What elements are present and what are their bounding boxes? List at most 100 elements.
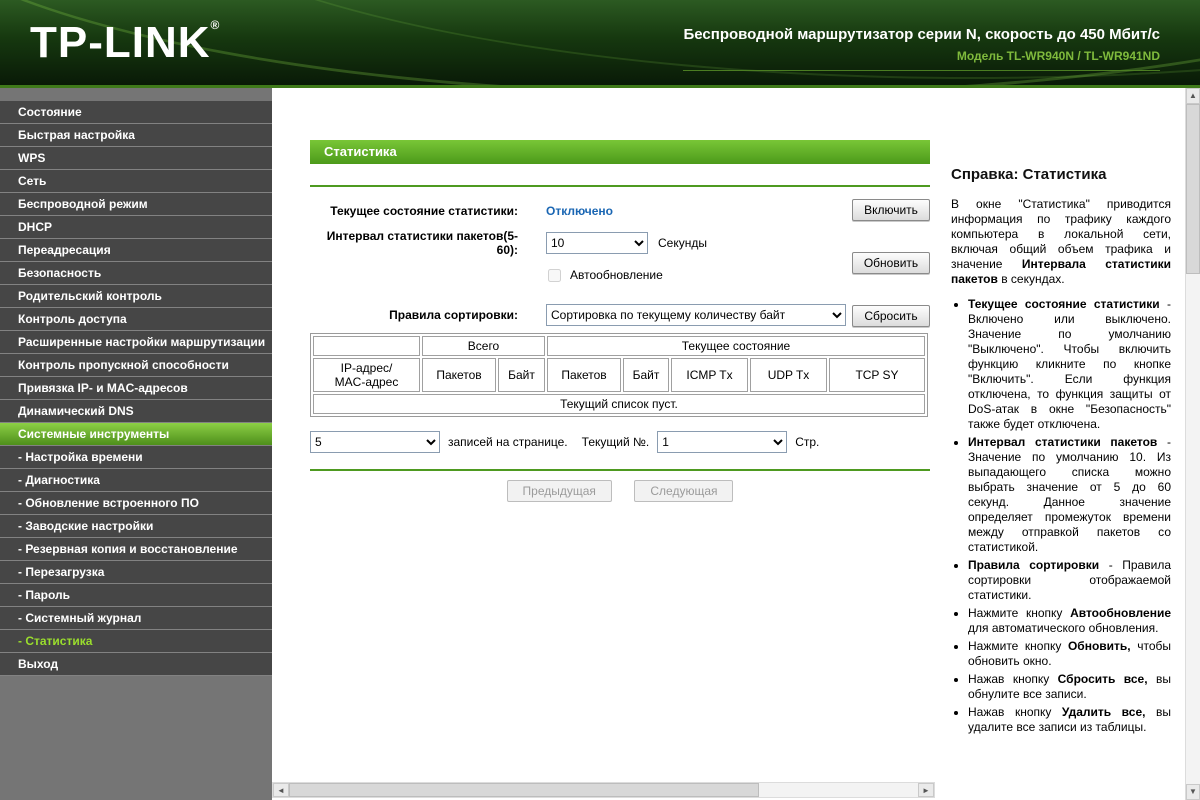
table-corner-cell xyxy=(313,336,420,356)
table-empty-row: Текущий список пуст. xyxy=(313,394,925,414)
col-header-udp-tx: UDP Tx xyxy=(750,358,827,392)
sidebar-item-backup-restore[interactable]: - Резервная копия и восстановление xyxy=(0,538,272,561)
col-header-icmp-tx: ICMP Tx xyxy=(671,358,748,392)
pagination: 5 записей на странице. Текущий №. 1 Стр. xyxy=(310,431,928,453)
sidebar-item-firmware-upgrade[interactable]: - Обновление встроенного ПО xyxy=(0,492,272,515)
help-bullet-list: Текущее состояние статистики - Включено … xyxy=(951,297,1171,735)
sidebar-item-quick-setup[interactable]: Быстрая настройка xyxy=(0,124,272,147)
interval-row: Интервал статистики пакетов(5-60): 10 Се… xyxy=(310,229,930,257)
help-bullet: Правила сортировки - Правила сортировки … xyxy=(968,558,1171,603)
sidebar-menu: Состояние Быстрая настройка WPS Сеть Бес… xyxy=(0,101,272,676)
autorefresh-checkbox[interactable] xyxy=(548,269,561,282)
sidebar-item-bandwidth-control[interactable]: Контроль пропускной способности xyxy=(0,354,272,377)
table-group-current: Текущее состояние xyxy=(547,336,925,356)
horizontal-scrollbar-thumb[interactable] xyxy=(289,783,759,797)
registered-mark: ® xyxy=(211,18,221,32)
sidebar: Состояние Быстрая настройка WPS Сеть Бес… xyxy=(0,88,272,800)
sidebar-item-diagnostic[interactable]: - Диагностика xyxy=(0,469,272,492)
vertical-scrollbar-thumb[interactable] xyxy=(1186,104,1200,274)
help-panel: Справка: Статистика В окне "Статистика" … xyxy=(935,88,1185,800)
sidebar-item-dhcp[interactable]: DHCP xyxy=(0,216,272,239)
separator-line-top xyxy=(310,185,930,187)
header-title: Беспроводной маршрутизатор серии N, скор… xyxy=(683,26,1160,43)
table-group-header-row: Всего Текущее состояние xyxy=(313,336,925,356)
sidebar-item-advanced-routing[interactable]: Расширенные настройки маршрутизации xyxy=(0,331,272,354)
help-bullet: Интервал статистики пакетов - Значение п… xyxy=(968,435,1171,555)
scroll-left-icon[interactable]: ◄ xyxy=(273,783,289,797)
sidebar-item-system-tools[interactable]: Системные инструменты xyxy=(0,423,272,446)
sidebar-item-factory-defaults[interactable]: - Заводские настройки xyxy=(0,515,272,538)
current-page-label: Текущий №. xyxy=(582,435,650,449)
page-title: Статистика xyxy=(310,140,930,164)
scroll-right-icon[interactable]: ► xyxy=(918,783,934,797)
help-intro-tail: в секундах. xyxy=(998,272,1065,286)
table-empty-message: Текущий список пуст. xyxy=(313,394,925,414)
sidebar-item-access-control[interactable]: Контроль доступа xyxy=(0,308,272,331)
sort-select[interactable]: Сортировка по текущему количеству байт xyxy=(546,304,846,326)
scroll-up-icon[interactable]: ▲ xyxy=(1186,88,1200,104)
sort-row: Правила сортировки: Сортировка по текуще… xyxy=(310,303,930,327)
main-content: Статистика Текущее состояние статистики:… xyxy=(272,88,935,800)
interval-select[interactable]: 10 xyxy=(546,232,648,254)
header-right: Беспроводной маршрутизатор серии N, скор… xyxy=(683,26,1160,71)
sidebar-item-forwarding[interactable]: Переадресация xyxy=(0,239,272,262)
enable-button[interactable]: Включить xyxy=(852,199,930,221)
status-label: Текущее состояние статистики: xyxy=(310,204,518,218)
logo-text: TP-LINK xyxy=(30,18,211,67)
scroll-down-icon[interactable]: ▼ xyxy=(1186,784,1200,800)
help-bullet: Нажав кнопку Сбросить все, вы обнулите в… xyxy=(968,672,1171,702)
col-header-total-bytes: Байт xyxy=(498,358,545,392)
sidebar-item-wireless[interactable]: Беспроводной режим xyxy=(0,193,272,216)
sidebar-item-reboot[interactable]: - Перезагрузка xyxy=(0,561,272,584)
autorefresh-label: Автообновление xyxy=(570,268,663,282)
interval-unit: Секунды xyxy=(658,236,707,250)
col-header-current-packets: Пакетов xyxy=(547,358,621,392)
status-row: Текущее состояние статистики: Отключено xyxy=(310,199,930,223)
sidebar-item-wps[interactable]: WPS xyxy=(0,147,272,170)
reset-button[interactable]: Сбросить xyxy=(852,305,930,327)
status-value: Отключено xyxy=(546,204,613,218)
interval-label: Интервал статистики пакетов(5-60): xyxy=(310,229,518,257)
sidebar-item-parental-control[interactable]: Родительский контроль xyxy=(0,285,272,308)
separator-line-bottom xyxy=(310,469,930,471)
sidebar-item-time-settings[interactable]: - Настройка времени xyxy=(0,446,272,469)
col-header-total-packets: Пакетов xyxy=(422,358,496,392)
col-header-ip-mac: IP-адрес/ MAC-адрес xyxy=(313,358,420,392)
sidebar-item-password[interactable]: - Пароль xyxy=(0,584,272,607)
help-title: Справка: Статистика xyxy=(951,166,1171,183)
per-page-label: записей на странице. xyxy=(448,435,568,449)
help-bullet: Нажмите кнопку Обновить, чтобы обновить … xyxy=(968,639,1171,669)
sidebar-item-status[interactable]: Состояние xyxy=(0,101,272,124)
content-row: Состояние Быстрая настройка WPS Сеть Бес… xyxy=(0,88,1200,800)
sidebar-item-ip-mac-binding[interactable]: Привязка IP- и MAC-адресов xyxy=(0,377,272,400)
help-bullet: Нажав кнопку Удалить все, вы удалите все… xyxy=(968,705,1171,735)
current-page-select[interactable]: 1 xyxy=(657,431,787,453)
col-header-tcp-syn-tx: TCP SY xyxy=(829,358,925,392)
per-page-select[interactable]: 5 xyxy=(310,431,440,453)
help-bullet: Текущее состояние статистики - Включено … xyxy=(968,297,1171,432)
help-intro: В окне "Статистика" приводится информаци… xyxy=(951,197,1171,287)
autorefresh-row: Автообновление xyxy=(310,263,930,287)
statistics-table: Всего Текущее состояние IP-адрес/ MAC-ад… xyxy=(310,333,928,417)
statistics-form: Текущее состояние статистики: Отключено … xyxy=(310,199,930,327)
sidebar-item-logout[interactable]: Выход xyxy=(0,653,272,676)
router-admin-page: TP-LINK® Беспроводной маршрутизатор сери… xyxy=(0,0,1200,800)
previous-page-button[interactable]: Предыдущая xyxy=(507,480,612,502)
page-suffix-label: Стр. xyxy=(795,435,819,449)
col-header-current-bytes: Байт xyxy=(623,358,669,392)
help-bullet: Нажмите кнопку Автообновление для автома… xyxy=(968,606,1171,636)
page-nav-buttons: Предыдущая Следующая xyxy=(310,480,930,502)
table-column-header-row: IP-адрес/ MAC-адрес Пакетов Байт Пакетов… xyxy=(313,358,925,392)
tplink-logo: TP-LINK® xyxy=(30,18,220,68)
sidebar-item-network[interactable]: Сеть xyxy=(0,170,272,193)
sidebar-item-system-log[interactable]: - Системный журнал xyxy=(0,607,272,630)
sidebar-item-statistics[interactable]: - Статистика xyxy=(0,630,272,653)
sidebar-item-security[interactable]: Безопасность xyxy=(0,262,272,285)
vertical-scrollbar[interactable]: ▲ ▼ xyxy=(1185,88,1200,800)
next-page-button[interactable]: Следующая xyxy=(634,480,733,502)
horizontal-scrollbar[interactable]: ◄ ► xyxy=(272,782,935,798)
refresh-button[interactable]: Обновить xyxy=(852,252,930,274)
header: TP-LINK® Беспроводной маршрутизатор сери… xyxy=(0,0,1200,88)
sidebar-item-dynamic-dns[interactable]: Динамический DNS xyxy=(0,400,272,423)
table-group-total: Всего xyxy=(422,336,545,356)
